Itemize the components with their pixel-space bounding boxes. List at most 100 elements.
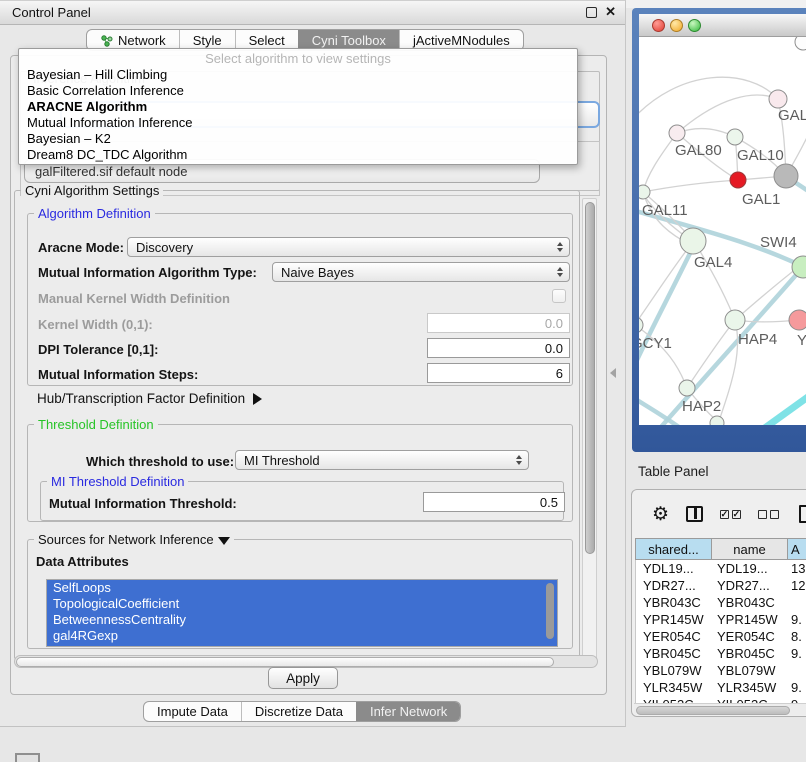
tab-jactivemnodules[interactable]: jActiveMNodules	[399, 30, 523, 50]
table-row[interactable]: YBR043CYBR043C	[636, 594, 806, 611]
network-node[interactable]	[710, 416, 724, 425]
network-node-label: SWI4	[760, 234, 797, 251]
float-window-icon[interactable]	[586, 7, 597, 18]
network-view-window[interactable]: GALGAL80GAL10GAL1GAL11GAL4SWI4GCY1HAP4YH…	[632, 8, 806, 452]
network-node[interactable]	[679, 380, 695, 396]
mi-type-combobox[interactable]: Naive Bayes	[272, 262, 570, 282]
list-scrollbar-thumb[interactable]	[546, 583, 554, 639]
control-panel-titlebar: Control Panel ✕	[0, 1, 625, 25]
tab-select[interactable]: Select	[235, 30, 298, 50]
algorithm-option[interactable]: Dream8 DC_TDC Algorithm	[19, 147, 577, 163]
horizontal-scrollbar-thumb[interactable]	[16, 657, 554, 667]
dock-panel-icon[interactable]	[15, 753, 40, 762]
deselect-all-checkboxes-icon[interactable]	[758, 510, 779, 519]
node-table: shared... name A YDL19...YDL19...13YDR27…	[635, 538, 806, 703]
select-all-checkboxes-icon[interactable]	[720, 510, 741, 519]
vertical-scrollbar-thumb[interactable]	[585, 202, 595, 554]
hub-transcription-section-toggle[interactable]: Hub/Transcription Factor Definition	[37, 391, 262, 406]
sources-group-title[interactable]: Sources for Network Inference	[34, 532, 234, 547]
table-row[interactable]: YER054CYER054C8.	[636, 628, 806, 645]
network-edge[interactable]	[677, 129, 735, 137]
network-node[interactable]	[680, 228, 706, 254]
network-node[interactable]	[789, 310, 806, 330]
mi-type-label: Mutual Information Algorithm Type:	[38, 265, 257, 280]
column-header-clipped[interactable]: A	[788, 539, 806, 559]
network-edge[interactable]	[719, 320, 738, 421]
tab-network[interactable]: Network	[87, 30, 179, 50]
algorithm-option[interactable]: Mutual Information Inference	[19, 115, 577, 131]
table-scrollbar-thumb[interactable]	[636, 706, 790, 715]
mi-threshold-label: Mutual Information Threshold:	[49, 496, 237, 511]
algorithm-option[interactable]: Basic Correlation Inference	[19, 83, 577, 99]
aracne-mode-combobox[interactable]: Discovery	[127, 237, 570, 257]
table-row[interactable]: YIL052CYIL052C9	[636, 696, 806, 703]
table-row[interactable]: YPR145WYPR145W9.	[636, 611, 806, 628]
network-node[interactable]	[795, 37, 806, 50]
algorithm-option[interactable]: ARACNE Algorithm	[19, 99, 577, 115]
tab-impute-data[interactable]: Impute Data	[144, 702, 241, 721]
network-edge[interactable]	[639, 77, 778, 121]
network-edge[interactable]	[735, 265, 801, 320]
data-attribute-item[interactable]: gal4RGexp	[47, 628, 557, 644]
network-window-titlebar[interactable]	[639, 14, 806, 37]
table-row[interactable]: YBL079WYBL079W	[636, 662, 806, 679]
network-edge[interactable]	[639, 242, 693, 327]
network-node-label: GAL1	[742, 191, 780, 208]
manual-kernel-checkbox[interactable]	[552, 289, 566, 303]
tab-discretize-data[interactable]: Discretize Data	[241, 702, 356, 721]
zoom-traffic-light[interactable]	[688, 19, 701, 32]
panel-splitter-handle[interactable]	[610, 368, 616, 378]
column-header-shared-name[interactable]: shared...	[636, 539, 712, 559]
table-cell: YBR045C	[712, 646, 788, 661]
mi-threshold-definition-group: MI Threshold Definition Mutual Informati…	[40, 481, 564, 521]
network-edge[interactable]	[639, 243, 695, 382]
network-edge[interactable]	[639, 395, 687, 425]
document-icon[interactable]	[799, 505, 806, 523]
table-cell: YDR27...	[636, 578, 712, 593]
network-node[interactable]	[769, 90, 787, 108]
mi-steps-field[interactable]: 6	[427, 363, 570, 383]
minimize-traffic-light[interactable]	[670, 19, 683, 32]
network-node[interactable]	[730, 172, 746, 188]
kernel-width-field[interactable]: 0.0	[427, 313, 570, 333]
dpi-tolerance-field[interactable]: 0.0	[427, 338, 570, 358]
network-canvas[interactable]: GALGAL80GAL10GAL1GAL11GAL4SWI4GCY1HAP4YH…	[639, 37, 806, 425]
manual-kernel-label: Manual Kernel Width Definition	[38, 291, 230, 306]
network-node[interactable]	[669, 125, 685, 141]
column-header-name[interactable]: name	[712, 539, 788, 559]
table-horizontal-scrollbar[interactable]	[634, 703, 806, 715]
algorithm-option[interactable]: Bayesian – K2	[19, 131, 577, 147]
data-attribute-item[interactable]: BetweennessCentrality	[47, 612, 557, 628]
network-edge[interactable]	[677, 95, 778, 133]
close-icon[interactable]: ✕	[605, 4, 616, 20]
network-edge[interactable]	[643, 180, 738, 192]
apply-button[interactable]: Apply	[268, 667, 338, 689]
network-edge[interactable]	[654, 267, 803, 425]
close-traffic-light[interactable]	[652, 19, 665, 32]
control-panel: Control Panel ✕ Network Style Select Cyn…	[0, 0, 626, 727]
network-node[interactable]	[774, 164, 798, 188]
tab-infer-network[interactable]: Infer Network	[356, 702, 460, 721]
network-edge[interactable]	[643, 133, 677, 192]
network-node[interactable]	[727, 129, 743, 145]
data-attribute-item[interactable]: SelfLoops	[47, 580, 557, 596]
algorithm-option[interactable]: Bayesian – Hill Climbing	[19, 67, 577, 83]
table-row[interactable]: YBR045CYBR045C9.	[636, 645, 806, 662]
table-row[interactable]: YDL19...YDL19...13	[636, 560, 806, 577]
tab-style[interactable]: Style	[179, 30, 235, 50]
mi-threshold-field[interactable]: 0.5	[423, 492, 565, 512]
table-row[interactable]: YDR27...YDR27...12	[636, 577, 806, 594]
algorithm-dropdown-popup: Select algorithm to view settings Bayesi…	[18, 48, 578, 165]
data-attributes-list[interactable]: SelfLoopsTopologicalCoefficientBetweenne…	[46, 579, 558, 647]
columns-icon[interactable]	[686, 506, 703, 522]
settings-vertical-scrollbar[interactable]	[582, 198, 597, 660]
table-row[interactable]: YLR345WYLR345W9.	[636, 679, 806, 696]
table-cell: YBR043C	[712, 595, 788, 610]
gear-icon[interactable]: ⚙	[652, 505, 669, 524]
network-edge[interactable]	[755, 389, 806, 425]
tab-cyni-toolbox[interactable]: Cyni Toolbox	[298, 30, 399, 50]
network-node[interactable]	[725, 310, 745, 330]
data-attribute-item[interactable]: TopologicalCoefficient	[47, 596, 557, 612]
which-threshold-combobox[interactable]: MI Threshold	[235, 450, 529, 470]
network-node[interactable]	[639, 185, 650, 199]
